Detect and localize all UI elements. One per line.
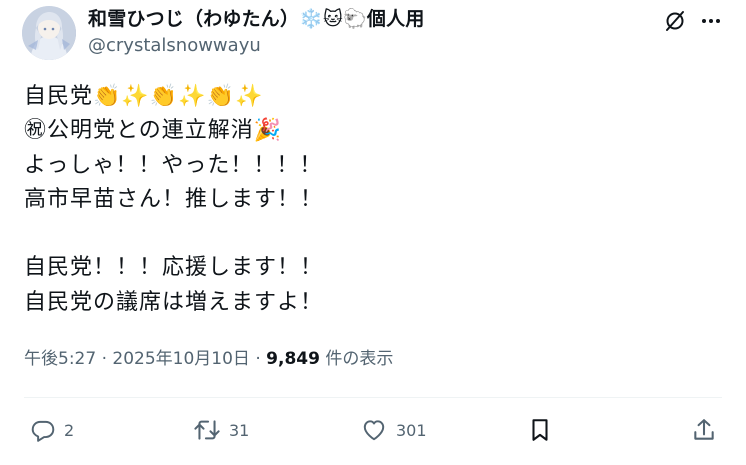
avatar[interactable] (22, 6, 76, 60)
grok-icon (666, 11, 684, 31)
tweet-line: 自民党！！！応援します！！ (24, 255, 324, 281)
post-time[interactable]: 午後5:27 (24, 349, 96, 369)
retweet-button[interactable]: 31 (193, 410, 249, 450)
more-icon (702, 19, 720, 23)
more-button[interactable] (696, 6, 726, 36)
reply-icon (31, 420, 55, 442)
grok-button[interactable] (660, 6, 690, 36)
share-icon (694, 419, 714, 440)
post-date[interactable]: 2025年10月10日 (112, 349, 250, 369)
avatar-image (22, 6, 76, 60)
tweet-text: 自民党👏✨👏✨👏✨ ㊗公明党との連立解消🎉 よっしゃ！！やった！！！！ 高市早苗… (24, 80, 714, 320)
like-icon (363, 420, 385, 441)
display-name[interactable]: 和雪ひつじ（わゆたん）❄️🐱🐑個人用 (88, 6, 425, 32)
like-count: 301 (396, 420, 427, 440)
tweet-line: 自民党の議席は増えますよ！ (24, 289, 324, 315)
share-button[interactable] (691, 410, 717, 450)
reply-count: 2 (64, 420, 75, 440)
meta-separator: · (101, 349, 107, 369)
tweet-line: 高市早苗さん！推します！！ (24, 186, 324, 212)
views-count[interactable]: 9,849 (266, 349, 320, 369)
retweet-icon (194, 420, 220, 440)
retweet-count: 31 (229, 420, 250, 440)
like-button[interactable]: 301 (360, 410, 427, 450)
divider (24, 397, 722, 398)
tweet-line: ㊗公明党との連立解消🎉 (24, 118, 283, 144)
tweet-card: 和雪ひつじ（わゆたん）❄️🐱🐑個人用 @crystalsnowwayu 自民党👏… (0, 0, 746, 465)
reply-button[interactable]: 2 (30, 410, 74, 450)
tweet-line: よっしゃ！！やった！！！！ (24, 152, 323, 178)
bookmark-button[interactable] (527, 410, 553, 450)
action-bar: 2 31 301 (0, 410, 746, 450)
tweet-line: 自民党👏✨👏✨👏✨ (24, 84, 264, 109)
views-label[interactable]: 件の表示 (325, 349, 393, 369)
user-handle[interactable]: @crystalsnowwayu (88, 34, 261, 58)
bookmark-icon (532, 419, 548, 441)
tweet-meta: 午後5:27 · 2025年10月10日 · 9,849 件の表示 (24, 346, 393, 372)
meta-separator: · (255, 349, 261, 369)
